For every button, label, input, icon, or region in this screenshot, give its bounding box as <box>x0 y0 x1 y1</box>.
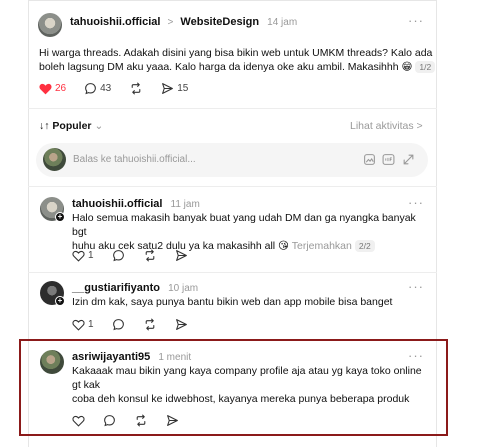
repost-icon <box>145 318 154 331</box>
divider <box>28 272 437 273</box>
reply-actions: 1 <box>72 318 206 331</box>
sort-dropdown[interactable]: ↓↑ Populer ⌄ <box>39 120 103 132</box>
heart-icon <box>39 83 52 94</box>
like-count: 26 <box>55 83 67 94</box>
post-text-line1: Hi warga threads. Adakah disini yang bis… <box>39 47 433 59</box>
comment-icon <box>104 415 115 427</box>
like-button[interactable]: 1 <box>72 250 94 262</box>
reply-header: asriwijayanti95 1 menit <box>72 351 191 363</box>
comment-icon <box>85 83 97 95</box>
gif-icon[interactable] <box>382 153 395 166</box>
community-link[interactable]: WebsiteDesign <box>180 16 259 28</box>
like-button[interactable]: 26 <box>39 83 66 95</box>
repost-button[interactable] <box>143 318 157 331</box>
post-text-line2: boleh lagsung DM aku yaaa. Kalo harga da… <box>39 61 413 73</box>
reply-more-button[interactable]: ··· <box>408 348 424 363</box>
share-button[interactable] <box>175 318 188 331</box>
comment-button[interactable] <box>112 249 125 262</box>
reply-text-line2: gt kak <box>72 379 101 391</box>
repost-button[interactable] <box>134 414 148 427</box>
divider <box>28 108 437 109</box>
comment-button[interactable] <box>112 318 125 331</box>
share-button[interactable]: 15 <box>161 82 188 95</box>
comment-icon <box>112 250 124 262</box>
chevron-down-icon: ⌄ <box>94 120 104 132</box>
post-username[interactable]: tahuoishii.official <box>70 16 160 28</box>
reply-time: 11 jam <box>170 199 200 210</box>
reply-actions <box>72 414 197 427</box>
repost-button[interactable] <box>143 249 157 262</box>
heart-icon <box>72 415 85 427</box>
reply-header: __gustiarifiyanto 10 jam <box>72 282 198 294</box>
reply-header: tahuoishii.official 11 jam <box>72 198 200 210</box>
share-icon <box>167 415 178 426</box>
sort-label: ↓↑ Populer <box>39 120 92 132</box>
share-button[interactable] <box>175 249 188 262</box>
reply-avatar[interactable] <box>40 350 64 374</box>
follow-plus-icon[interactable]: + <box>55 212 65 222</box>
post-actions: 26 43 15 <box>39 82 206 95</box>
breadcrumb-separator: > <box>167 17 174 28</box>
share-count: 15 <box>177 83 189 94</box>
like-button[interactable]: 1 <box>72 319 94 331</box>
post-time: 14 jam <box>267 17 298 28</box>
share-icon <box>175 250 187 261</box>
comment-icon <box>112 319 124 331</box>
like-count: 1 <box>88 319 94 330</box>
repost-icon <box>131 82 141 95</box>
reply-more-button[interactable]: ··· <box>408 279 424 294</box>
reply-text: Halo semua makasih banyak buat yang udah… <box>72 211 432 253</box>
post-more-button[interactable]: ··· <box>408 13 424 28</box>
current-user-avatar <box>43 148 66 171</box>
reply-input[interactable]: Balas ke tahuoishii.official... <box>73 154 196 165</box>
comment-button[interactable] <box>103 414 116 427</box>
like-count: 1 <box>88 250 94 261</box>
post-text: Hi warga threads. Adakah disini yang bis… <box>39 46 436 74</box>
reply-more-button[interactable]: ··· <box>408 195 424 210</box>
reply-time: 10 jam <box>168 283 199 294</box>
share-icon <box>175 319 187 330</box>
expand-icon[interactable] <box>402 153 415 166</box>
post-avatar[interactable] <box>38 13 62 37</box>
share-button[interactable] <box>166 414 179 427</box>
reply-actions: 1 <box>72 249 206 262</box>
reply-text-line1: Kakaaak mau bikin yang kaya company prof… <box>72 365 422 377</box>
reply-username[interactable]: __gustiarifiyanto <box>72 282 160 294</box>
reply-time: 1 menit <box>158 352 192 363</box>
post-header: tahuoishii.official > WebsiteDesign 14 j… <box>70 16 297 28</box>
activity-link[interactable]: Lihat aktivitas > <box>350 120 423 132</box>
repost-button[interactable] <box>129 82 143 95</box>
reply-username[interactable]: tahuoishii.official <box>72 198 162 210</box>
reply-text: Izin dm kak, saya punya bantu bikin web … <box>72 296 393 308</box>
reply-username[interactable]: asriwijayanti95 <box>72 351 150 363</box>
reply-text-line3: coba deh konsul ke idwebhost, kayanya me… <box>72 393 410 405</box>
like-button[interactable] <box>72 415 85 427</box>
heart-icon <box>72 250 85 262</box>
comment-button[interactable]: 43 <box>84 82 111 95</box>
repost-icon <box>136 414 146 427</box>
repost-icon <box>145 249 154 262</box>
post-page-badge: 1/2 <box>415 61 436 73</box>
share-icon <box>162 83 174 94</box>
top-border <box>28 0 437 1</box>
comment-count: 43 <box>100 83 112 94</box>
follow-plus-icon[interactable]: + <box>55 296 65 306</box>
heart-icon <box>72 319 85 331</box>
image-icon[interactable] <box>363 153 376 166</box>
translate-link[interactable]: Terjemahkan <box>292 240 352 252</box>
reply-page-badge: 2/2 <box>354 240 375 252</box>
reply-text-line1: Halo semua makasih banyak buat yang udah… <box>72 212 416 238</box>
divider <box>28 186 437 187</box>
reply-text: Kakaaak mau bikin yang kaya company prof… <box>72 364 432 406</box>
